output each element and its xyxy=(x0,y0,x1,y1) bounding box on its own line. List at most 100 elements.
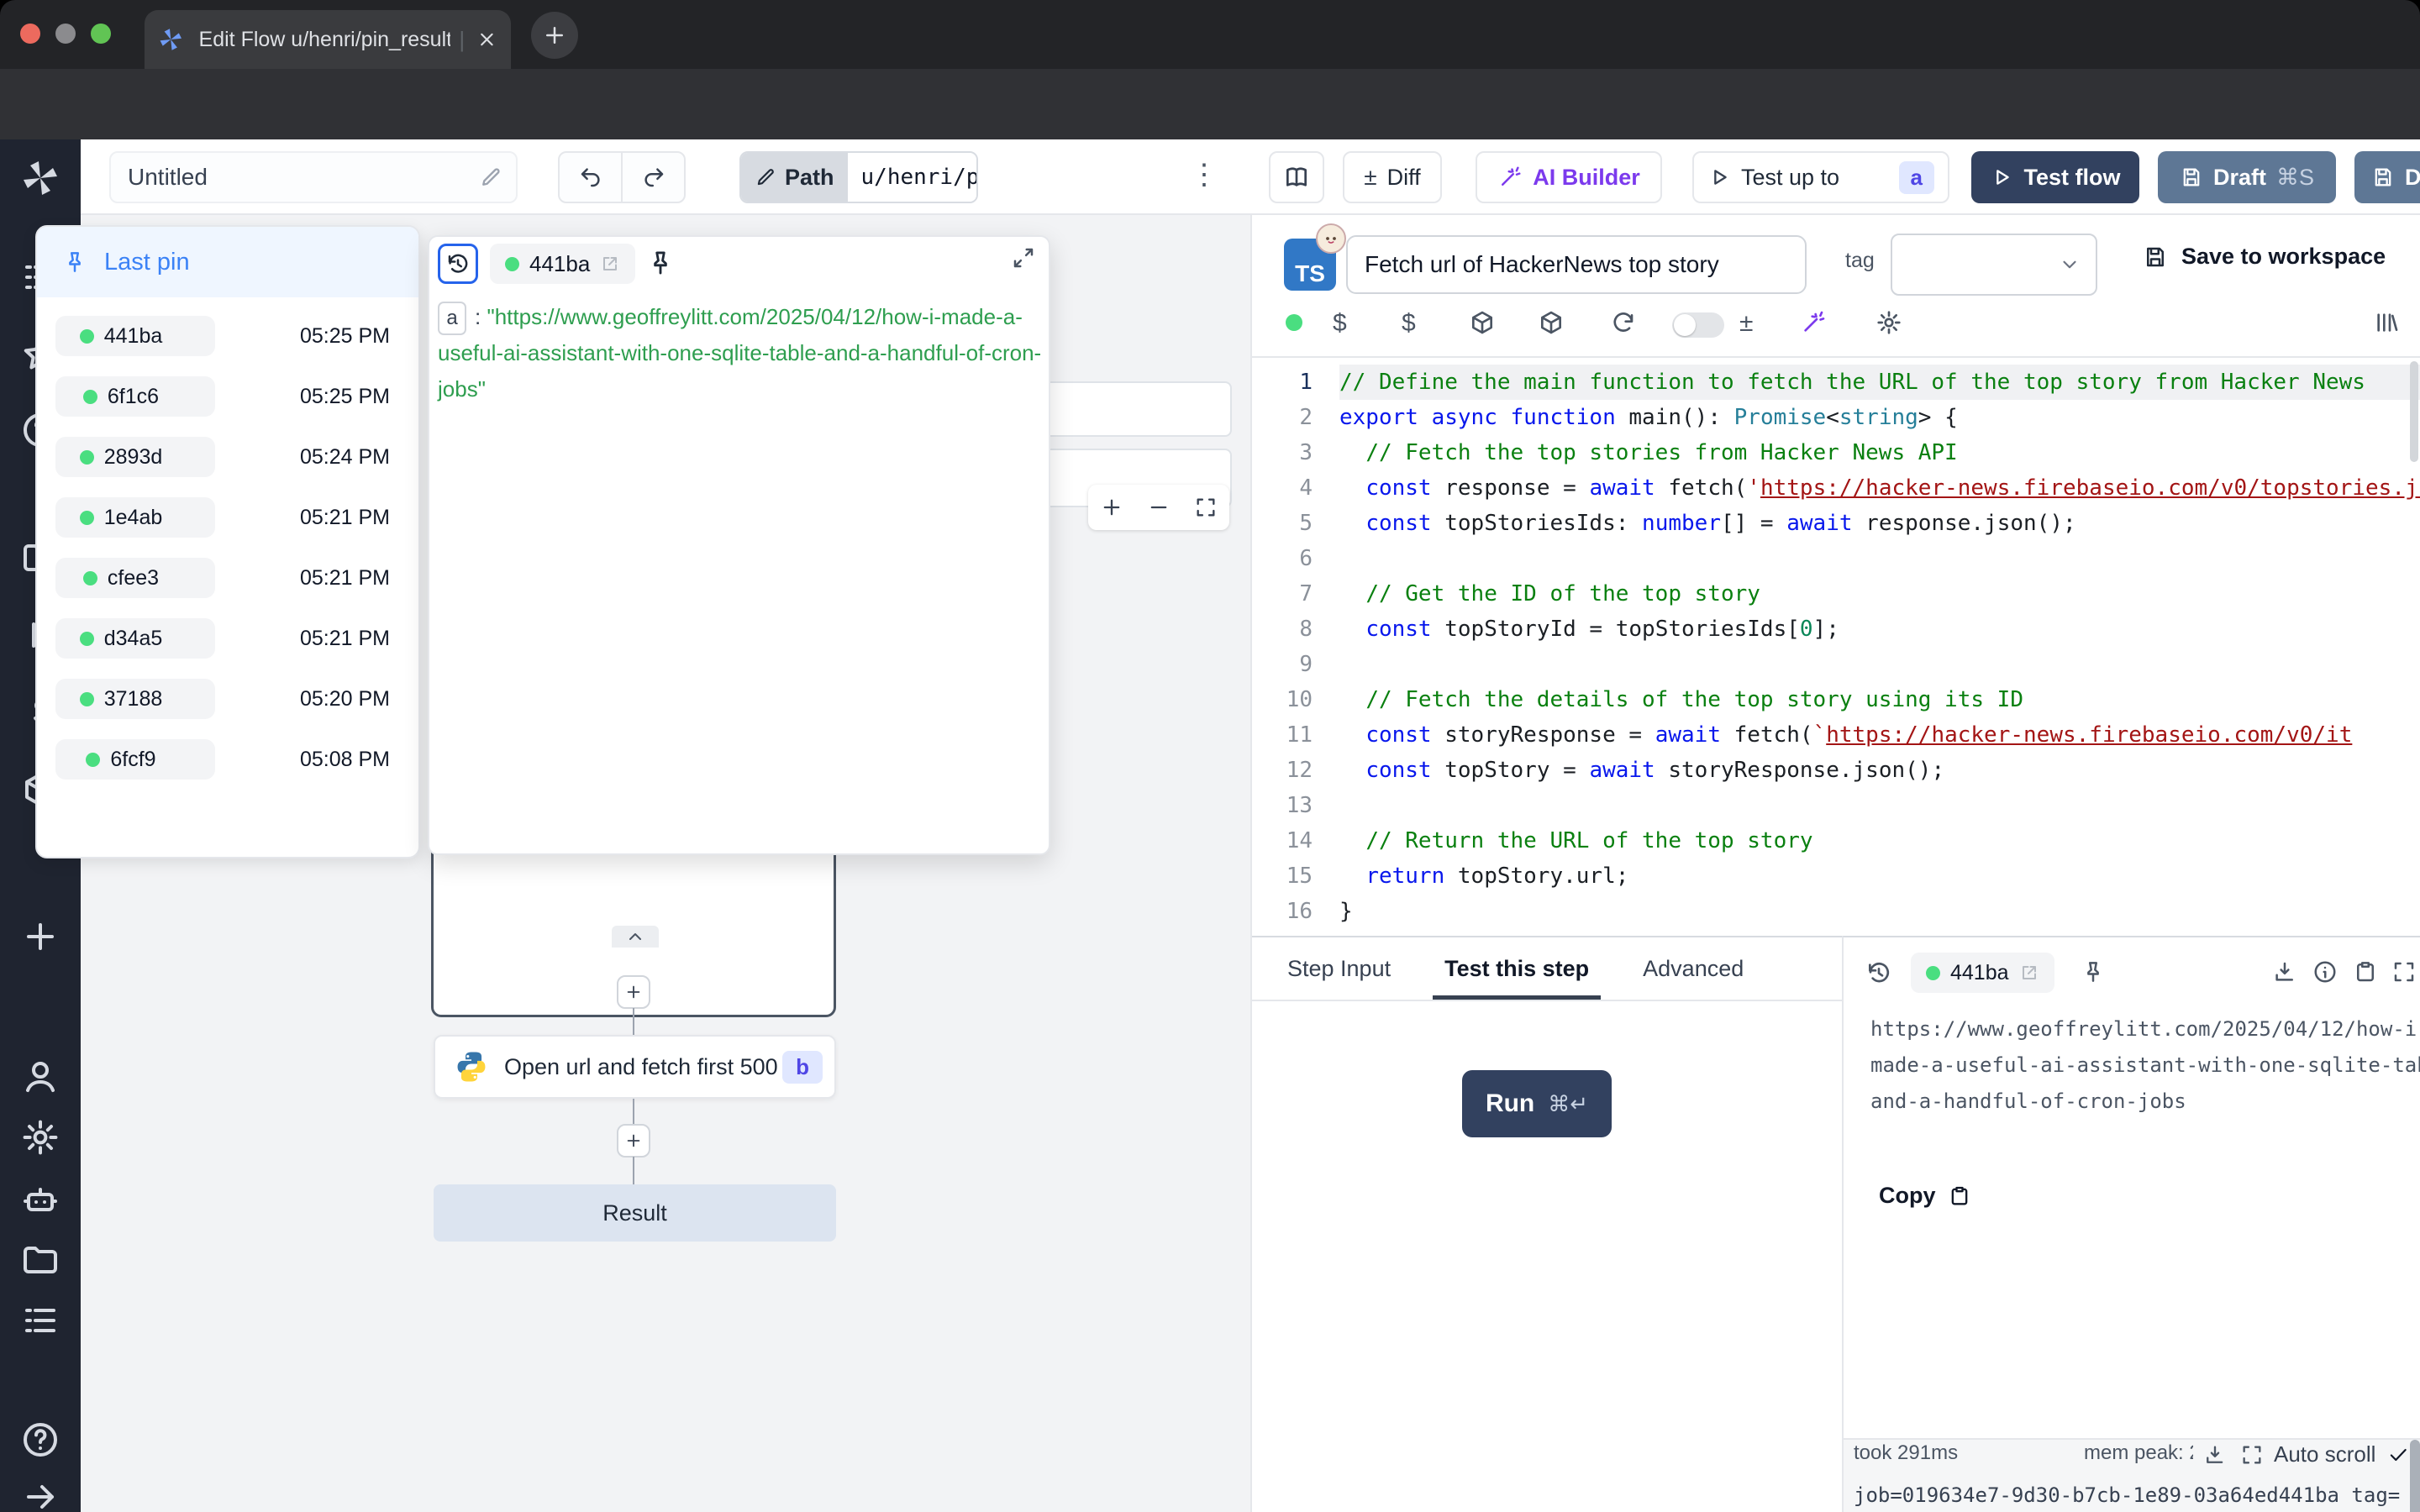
resources-icon[interactable] xyxy=(1469,309,1496,336)
external-link-icon[interactable] xyxy=(600,254,620,274)
code-editor[interactable]: 12345678910111213141516 // Define the ma… xyxy=(1252,356,2420,936)
resource-types-icon[interactable] xyxy=(1538,309,1565,336)
pin-id: cfee3 xyxy=(108,566,159,591)
draft-button[interactable]: Draft⌘S xyxy=(2158,151,2336,203)
window-close-button[interactable] xyxy=(20,24,40,44)
pin-chip[interactable]: 2893d xyxy=(55,437,215,477)
variables-icon[interactable]: $ xyxy=(1333,309,1347,336)
ai-builder-button[interactable]: AI Builder xyxy=(1476,151,1662,203)
pin-row[interactable]: 441ba 05:25 PM xyxy=(37,306,418,366)
test-up-to-button[interactable]: Test up to a xyxy=(1692,151,1949,203)
pin-row[interactable]: 6f1c6 05:25 PM xyxy=(37,366,418,427)
docs-button[interactable] xyxy=(1269,151,1324,203)
fit-view-icon[interactable] xyxy=(1194,496,1218,519)
step-summary-input[interactable] xyxy=(1346,235,1807,294)
undo-button[interactable] xyxy=(560,153,623,202)
info-icon[interactable] xyxy=(2312,959,2338,984)
save-to-workspace-button[interactable]: Save to workspace xyxy=(2143,244,2386,270)
test-flow-button[interactable]: Test flow xyxy=(1971,151,2139,203)
external-link-icon[interactable] xyxy=(2019,963,2039,983)
history-button[interactable] xyxy=(438,244,478,284)
run-button[interactable]: Run ⌘↵ xyxy=(1462,1070,1612,1137)
flow-name-field[interactable]: Untitled xyxy=(109,151,518,203)
flow-input-node[interactable] xyxy=(1034,381,1232,437)
python-step-node[interactable]: Open url and fetch first 500 words of ..… xyxy=(434,1035,836,1099)
library-icon[interactable] xyxy=(2373,309,2400,336)
external-link-icon[interactable] xyxy=(172,629,191,648)
expand-popup-icon[interactable] xyxy=(1011,245,1036,270)
external-link-icon[interactable] xyxy=(169,387,187,406)
tab-close-icon[interactable] xyxy=(476,29,497,50)
deploy-button[interactable]: Deploy xyxy=(2354,151,2420,203)
windmill-logo-icon[interactable] xyxy=(20,158,60,198)
browser-tab[interactable]: Edit Flow u/henri/pin_results | xyxy=(145,10,511,69)
pin-chip[interactable]: 37188 xyxy=(55,679,215,719)
pin-chip[interactable]: d34a5 xyxy=(55,618,215,659)
pin-row[interactable]: 2893d 05:24 PM xyxy=(37,427,418,487)
pin-icon[interactable] xyxy=(2081,959,2106,984)
insert-step-button[interactable] xyxy=(617,1124,650,1158)
external-link-icon[interactable] xyxy=(172,690,191,708)
copy-button[interactable]: Copy xyxy=(1879,1183,1971,1209)
external-link-icon[interactable] xyxy=(169,569,187,587)
pin-chip[interactable]: cfee3 xyxy=(55,558,215,598)
pin-chip[interactable]: 6fcf9 xyxy=(55,739,215,780)
window-zoom-button[interactable] xyxy=(91,24,111,44)
pin-row[interactable]: cfee3 05:21 PM xyxy=(37,548,418,608)
pin-icon[interactable] xyxy=(646,249,675,277)
history-icon[interactable] xyxy=(1865,959,1892,986)
ai-assistant-icon[interactable] xyxy=(1800,309,1827,336)
collapse-node-button[interactable] xyxy=(612,926,659,948)
zoom-out-icon[interactable] xyxy=(1147,496,1171,519)
sidebar-expand-icon[interactable] xyxy=(20,1477,60,1512)
step-tab[interactable]: Step Input xyxy=(1287,937,1391,1000)
insert-step-button[interactable] xyxy=(617,975,650,1009)
sidebar-folders-icon[interactable] xyxy=(20,1240,60,1280)
editor-code[interactable]: // Define the main function to fetch the… xyxy=(1339,365,2420,929)
external-link-icon[interactable] xyxy=(166,750,185,769)
diff-toggle[interactable] xyxy=(1672,312,1724,338)
sidebar-user-icon[interactable] xyxy=(20,1057,60,1097)
pin-row[interactable]: d34a5 05:21 PM xyxy=(37,608,418,669)
sidebar-workers-icon[interactable] xyxy=(20,1179,60,1220)
flow-toolbar: Untitled Path u/henri/pin ⋮ ±Diff AI Bui… xyxy=(81,139,2420,215)
popup-id-chip[interactable]: 441ba xyxy=(490,244,635,284)
pin-row[interactable]: 37188 05:20 PM xyxy=(37,669,418,729)
external-link-icon[interactable] xyxy=(172,508,191,527)
zoom-in-icon[interactable] xyxy=(1100,496,1123,519)
pin-chip[interactable]: 441ba xyxy=(55,316,215,356)
redo-button[interactable] xyxy=(623,153,684,202)
sidebar-audit-logs-icon[interactable] xyxy=(20,1300,60,1341)
pin-row[interactable]: 6fcf9 05:08 PM xyxy=(37,729,418,790)
more-menu-icon[interactable]: ⋮ xyxy=(1190,158,1218,192)
log-vscrollbar[interactable] xyxy=(2410,1440,2420,1512)
contextual-variables-icon[interactable]: $ xyxy=(1402,309,1416,336)
download-logs-icon[interactable] xyxy=(2203,1443,2227,1467)
auto-scroll-toggle[interactable]: Auto scroll xyxy=(2274,1441,2409,1467)
reset-icon[interactable] xyxy=(1610,309,1637,336)
step-tab[interactable]: Test this step xyxy=(1444,937,1589,1000)
pin-chip[interactable]: 1e4ab xyxy=(55,497,215,538)
tag-select[interactable] xyxy=(1891,234,2097,296)
editor-scrollbar[interactable] xyxy=(2410,361,2418,462)
result-id-chip[interactable]: 441ba xyxy=(1911,953,2054,993)
sidebar-settings-icon[interactable] xyxy=(20,1117,60,1158)
step-tab[interactable]: Advanced xyxy=(1643,937,1744,1000)
sidebar-add-icon[interactable] xyxy=(20,916,60,957)
download-result-icon[interactable] xyxy=(2272,959,2297,984)
new-tab-button[interactable] xyxy=(531,12,578,59)
path-button[interactable]: Path u/henri/pin xyxy=(739,151,978,203)
external-link-icon[interactable] xyxy=(172,448,191,466)
expand-logs-icon[interactable] xyxy=(2240,1443,2264,1467)
result-node[interactable]: Result xyxy=(434,1184,836,1242)
copy-result-icon[interactable] xyxy=(2353,959,2378,984)
window-minimize-button[interactable] xyxy=(55,24,76,44)
external-link-icon[interactable] xyxy=(172,327,191,345)
sidebar-help-icon[interactable] xyxy=(20,1420,60,1460)
editor-settings-icon[interactable] xyxy=(1876,309,1902,336)
pin-chip[interactable]: 6f1c6 xyxy=(55,376,215,417)
diff-mode-icon[interactable]: ± xyxy=(1739,309,1753,336)
expand-result-icon[interactable] xyxy=(2391,959,2417,984)
pin-row[interactable]: 1e4ab 05:21 PM xyxy=(37,487,418,548)
diff-button[interactable]: ±Diff xyxy=(1343,151,1442,203)
